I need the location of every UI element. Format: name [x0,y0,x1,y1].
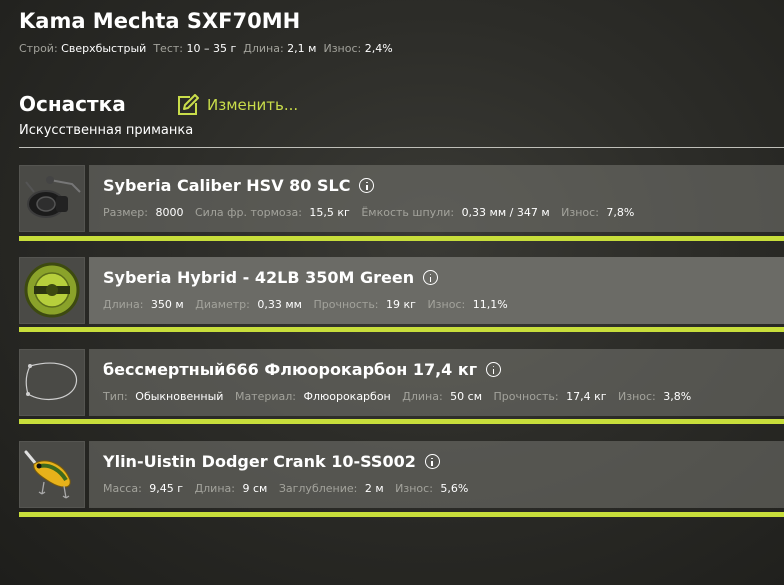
stat-value: 0,33 мм / 347 м [461,206,550,219]
stat-value: 9,45 г [149,482,184,495]
tackle-slot-lure[interactable]: Ylin-Uistin Dodger Crank 10-SS002 Масса:… [19,441,784,508]
stat-label: Ёмкость шпули: [361,206,455,219]
stat-label: Тип: [103,390,128,403]
stat-label: Износ: [395,482,433,495]
stat-label: Масса: [103,482,142,495]
section-divider [19,147,784,148]
reel-name: Syberia Caliber HSV 80 SLC [103,176,351,195]
info-icon[interactable] [423,270,439,285]
line-slot-bar [19,327,784,332]
rod-stat-label: Строй: [19,42,58,55]
lure-slot-thumbnail [19,441,85,508]
rod-stat-value: Сверхбыстрый [61,42,147,55]
line-stats: Длина: 350 м Диаметр: 0,33 мм Прочность:… [103,298,516,311]
info-icon[interactable] [424,454,440,469]
info-icon[interactable] [486,362,502,377]
reel-stats: Размер: 8000 Сила фр. тормоза: 15,5 кг Ё… [103,206,642,219]
stat-value: 11,1% [472,298,508,311]
stat-value: 2 м [364,482,384,495]
tackle-slot-line[interactable]: Syberia Hybrid - 42LB 350M Green Длина: … [19,257,784,324]
stat-label: Прочность: [313,298,379,311]
edit-rig-label: Изменить... [207,96,299,114]
lure-slot-bar [19,512,784,517]
tackle-slot-reel[interactable]: Syberia Caliber HSV 80 SLC Размер: 8000 … [19,165,784,232]
stat-value: 17,4 кг [566,390,607,403]
leader-name-row: бессмертный666 Флюорокарбон 17,4 кг [103,360,502,379]
reel-slot-bar [19,236,784,241]
stat-value: 9 см [242,482,268,495]
stat-value: Флюорокарбон [303,390,391,403]
rod-stat-label: Тест: [153,42,183,55]
stat-label: Диаметр: [195,298,250,311]
stat-label: Длина: [194,482,235,495]
stat-value: 350 м [150,298,184,311]
leader-slot-body: бессмертный666 Флюорокарбон 17,4 кг Тип:… [89,349,784,416]
reel-slot-body: Syberia Caliber HSV 80 SLC Размер: 8000 … [89,165,784,232]
leader-slot-bar [19,419,784,424]
stat-label: Заглубление: [278,482,358,495]
line-spool-icon [24,262,80,318]
stat-label: Износ: [427,298,466,311]
section-title: Оснастка [19,92,126,116]
stat-label: Длина: [402,390,443,403]
lure-name-row: Ylin-Uistin Dodger Crank 10-SS002 [103,452,440,471]
stat-value: 0,33 мм [257,298,302,311]
line-name: Syberia Hybrid - 42LB 350M Green [103,268,415,287]
leader-icon [25,362,78,401]
info-icon[interactable] [359,178,375,193]
rod-stat-label: Длина: [243,42,284,55]
stat-label: Длина: [103,298,144,311]
rod-stat-value: 10 – 35 г [186,42,237,55]
rod-stats: Строй: Сверхбыстрый Тест: 10 – 35 г Длин… [19,42,393,55]
lure-slot-body: Ylin-Uistin Dodger Crank 10-SS002 Масса:… [89,441,784,508]
lure-stats: Масса: 9,45 г Длина: 9 см Заглубление: 2… [103,482,476,495]
rod-stat-value: 2,1 м [287,42,317,55]
line-name-row: Syberia Hybrid - 42LB 350M Green [103,268,439,287]
stat-label: Износ: [561,206,599,219]
reel-name-row: Syberia Caliber HSV 80 SLC [103,176,375,195]
rig-type-label: Искусственная приманка [19,123,194,138]
rod-stat-value: 2,4% [364,42,393,55]
stat-value: 7,8% [606,206,635,219]
stat-label: Износ: [618,390,656,403]
stat-label: Прочность: [493,390,559,403]
tackle-slot-leader[interactable]: бессмертный666 Флюорокарбон 17,4 кг Тип:… [19,349,784,416]
leader-name: бессмертный666 Флюорокарбон 17,4 кг [103,360,478,379]
rod-title: Kama Mechta SXF70MH [19,9,301,33]
edit-icon [178,94,199,115]
stat-value: 3,8% [663,390,692,403]
leader-slot-thumbnail [19,349,85,416]
reel-icon [25,176,81,218]
crankbait-lure-icon [24,450,71,499]
stat-value: 50 см [450,390,483,403]
stat-value: 15,5 кг [309,206,350,219]
line-slot-body: Syberia Hybrid - 42LB 350M Green Длина: … [89,257,784,324]
stat-value: 19 кг [386,298,416,311]
edit-rig-button[interactable]: Изменить... [176,93,298,117]
line-slot-thumbnail [19,257,85,324]
reel-slot-thumbnail [19,165,85,232]
stat-value: 8000 [155,206,184,219]
stat-label: Сила фр. тормоза: [194,206,302,219]
stat-label: Размер: [103,206,148,219]
lure-name: Ylin-Uistin Dodger Crank 10-SS002 [103,452,416,471]
leader-stats: Тип: Обыкновенный Материал: Флюорокарбон… [103,390,699,403]
rod-stat-label: Износ: [323,42,362,55]
stat-label: Материал: [234,390,296,403]
stat-value: Обыкновенный [135,390,224,403]
stat-value: 5,6% [440,482,469,495]
